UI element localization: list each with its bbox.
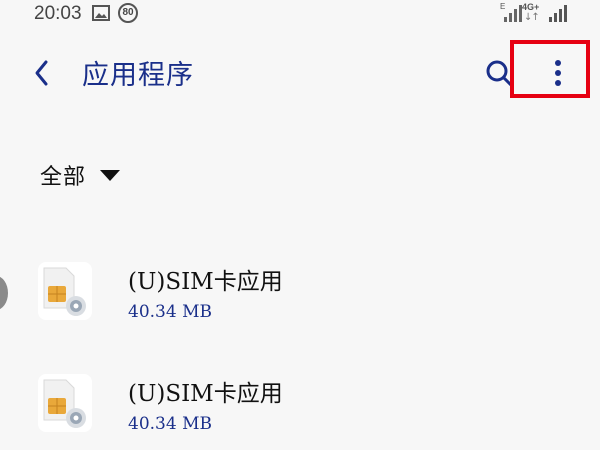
sim-settings-icon bbox=[38, 374, 92, 432]
status-time: 20:03 bbox=[34, 3, 82, 24]
page-title: 应用程序 bbox=[82, 60, 194, 91]
chevron-left-icon bbox=[35, 60, 48, 86]
triangle-down-icon bbox=[100, 169, 121, 181]
signal-icon bbox=[504, 5, 522, 22]
list-item[interactable]: (U)SIM卡应用 40.34 MB bbox=[0, 364, 600, 450]
battery-saver-badge: 80 bbox=[118, 3, 138, 23]
back-button[interactable] bbox=[30, 52, 70, 94]
app-name: (U)SIM卡应用 bbox=[128, 381, 283, 407]
filter-label: 全部 bbox=[40, 165, 87, 190]
app-name: (U)SIM卡应用 bbox=[128, 269, 283, 295]
search-icon bbox=[486, 60, 514, 88]
search-button[interactable] bbox=[482, 56, 516, 90]
more-options-button[interactable] bbox=[541, 54, 575, 94]
gallery-icon bbox=[92, 5, 110, 21]
network-type-label: 4G+ bbox=[522, 2, 540, 12]
filter-dropdown[interactable]: 全部 bbox=[40, 158, 121, 192]
list-item[interactable]: (U)SIM卡应用 40.34 MB bbox=[0, 252, 600, 338]
data-activity-icon: ↓↑ bbox=[524, 12, 540, 23]
more-vertical-icon bbox=[555, 60, 561, 86]
sim-settings-icon bbox=[38, 262, 92, 320]
signal-icon bbox=[549, 5, 567, 22]
app-size: 40.34 MB bbox=[128, 414, 212, 434]
app-size: 40.34 MB bbox=[128, 302, 212, 322]
status-bar: 20:03 80 E 4G+ ↓↑ bbox=[0, 0, 600, 30]
